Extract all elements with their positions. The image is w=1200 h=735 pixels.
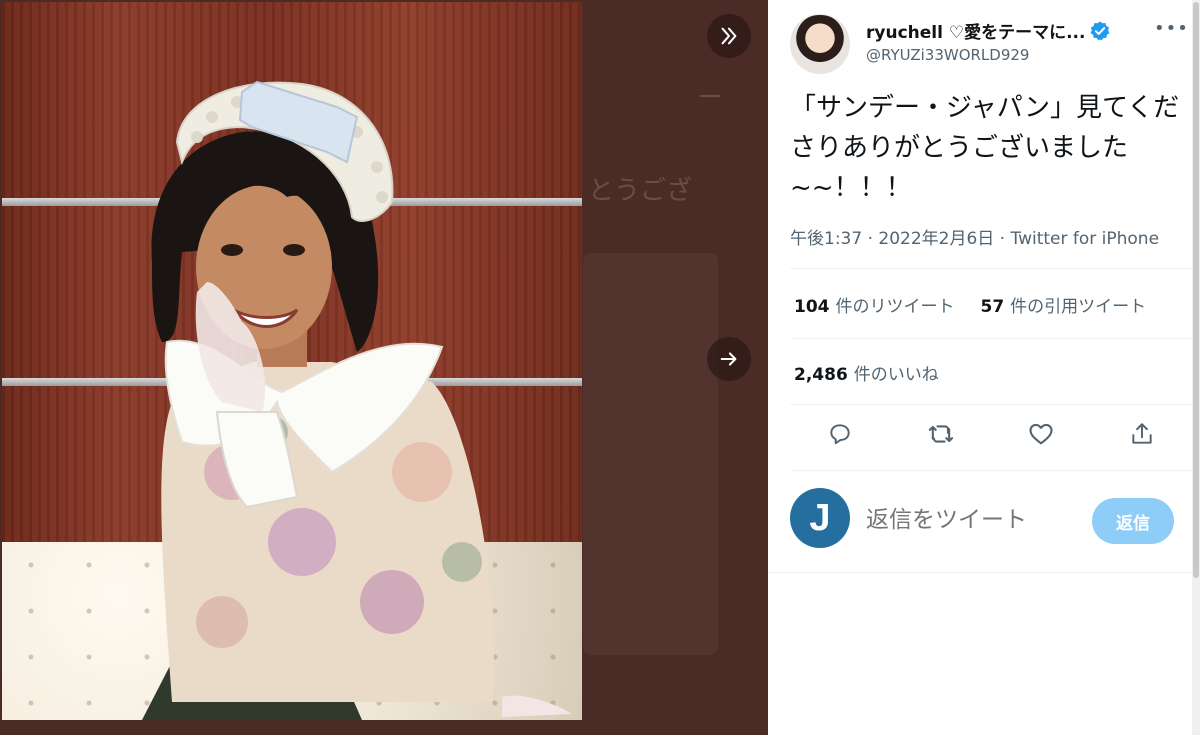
heart-icon [1029, 423, 1053, 445]
expand-panel-button[interactable] [707, 14, 751, 58]
divider [790, 338, 1192, 339]
share-button[interactable] [1122, 414, 1162, 454]
tweet-timestamp[interactable]: 午後1:37 · 2022年2月6日 · Twitter for iPhone [790, 224, 1159, 249]
tweet-text: 「サンデー・ジャパン」見てくださりありがとうございました~~！！！ [790, 93, 1180, 203]
reply-submit-button[interactable]: 返信 [1092, 498, 1174, 544]
retweet-icon [928, 425, 953, 443]
likes-stat[interactable]: 2,486 件のいいね [794, 360, 939, 385]
media-viewer: とうござ [0, 0, 768, 735]
likes-label: 件のいいね [853, 365, 939, 385]
divider [790, 404, 1192, 405]
reply-icon [830, 424, 850, 445]
divider [790, 268, 1192, 269]
double-chevron-right-icon [721, 27, 737, 45]
arrow-right-icon [720, 352, 737, 366]
divider [768, 572, 1200, 573]
retweets-stat[interactable]: 104 件のリツイート [794, 292, 955, 317]
quotes-stat[interactable]: 57 件の引用ツイート [981, 292, 1147, 317]
author-name-row[interactable]: ryuchell ♡愛をテーマに... [866, 18, 1111, 43]
reply-input[interactable] [866, 500, 1086, 540]
more-options-button[interactable]: ••• [1154, 18, 1189, 39]
reply-button[interactable] [820, 414, 860, 454]
author-avatar[interactable] [790, 14, 850, 74]
divider [790, 470, 1192, 471]
likes-count: 2,486 [794, 365, 848, 385]
verified-badge-icon [1091, 20, 1110, 40]
person-figure [142, 80, 572, 720]
next-image-button[interactable] [707, 337, 751, 381]
tweet-photo[interactable] [2, 2, 582, 720]
current-user-avatar[interactable]: J [790, 488, 850, 548]
retweets-count: 104 [794, 297, 830, 317]
background-divider [700, 95, 720, 97]
scrollbar[interactable] [1192, 0, 1200, 735]
background-ghost-text: とうござ [588, 176, 693, 206]
like-button[interactable] [1021, 414, 1061, 454]
quotes-count: 57 [980, 297, 1005, 317]
author-handle[interactable]: @RYUZi33WORLD929 [866, 46, 1029, 64]
tweet-detail-panel: ryuchell ♡愛をテーマに... @RYUZi33WORLD929 •••… [768, 0, 1200, 735]
stats-row: 104 件のリツイート 57 件の引用ツイート [794, 292, 1146, 317]
retweet-button[interactable] [921, 414, 961, 454]
author-display-name[interactable]: ryuchell ♡愛をテーマに... [866, 18, 1085, 43]
share-icon [1132, 423, 1152, 444]
retweets-label: 件のリツイート [835, 297, 955, 317]
action-bar [790, 414, 1192, 454]
background-ghost-card [583, 253, 718, 655]
quotes-label: 件の引用ツイート [1010, 297, 1147, 317]
scrollbar-thumb[interactable] [1193, 2, 1199, 578]
